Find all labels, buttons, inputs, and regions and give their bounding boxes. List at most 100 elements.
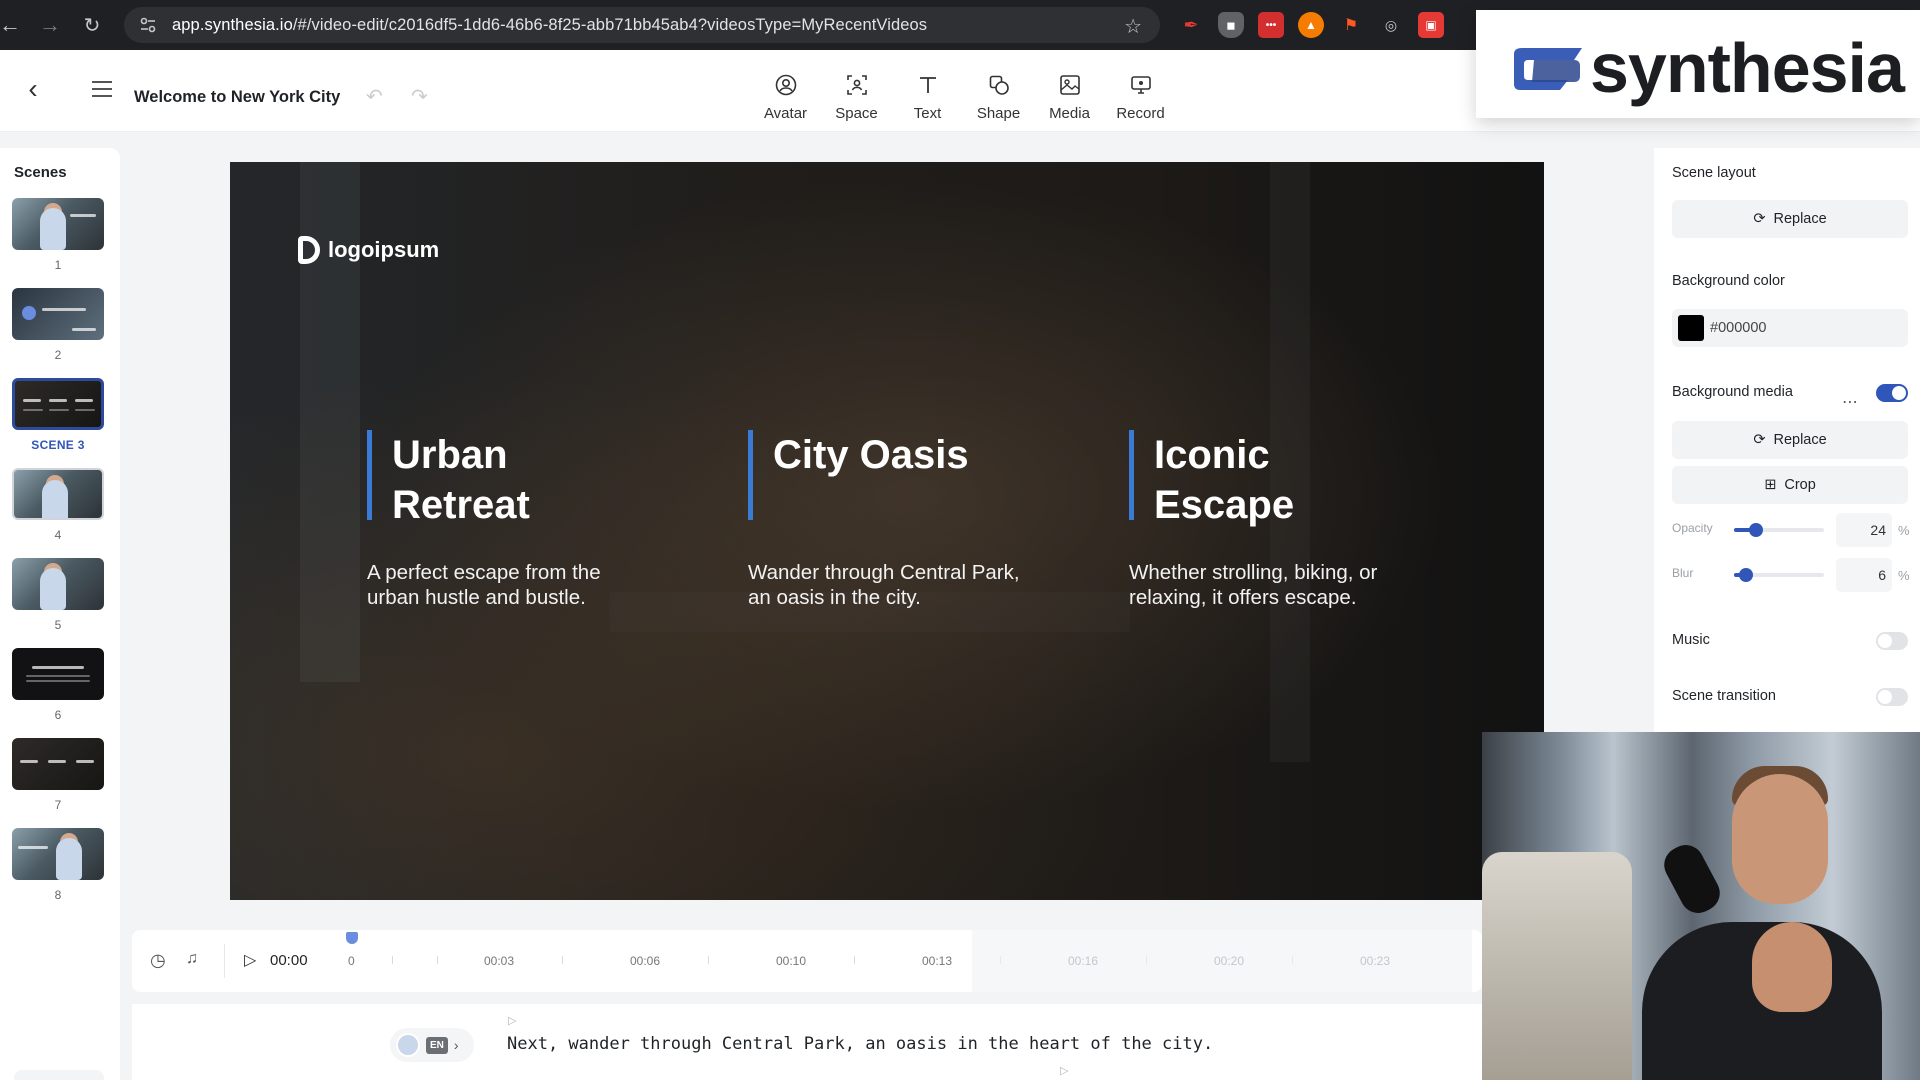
blur-slider-handle[interactable]: [1738, 568, 1753, 582]
opacity-slider[interactable]: [1734, 523, 1824, 537]
opacity-label: Opacity: [1672, 521, 1713, 535]
background-color-field[interactable]: #000000: [1672, 309, 1908, 347]
scene-thumbnail-1[interactable]: 1: [10, 198, 106, 272]
extension-fox-icon[interactable]: ▲: [1298, 12, 1324, 38]
scene-label: 7: [54, 798, 62, 812]
tick-label: 00:20: [1214, 954, 1245, 968]
column-description: Whether strolling, biking, or relaxing, i…: [1129, 561, 1378, 609]
color-hex-value[interactable]: #000000: [1710, 320, 1766, 336]
scenes-title: Scenes: [14, 164, 67, 181]
browser-reload-icon[interactable]: ↻: [72, 5, 112, 45]
text-column-3[interactable]: Iconic Escape Whether strolling, biking, …: [1129, 430, 1429, 610]
add-scene-button[interactable]: +: [14, 1070, 104, 1080]
scene-thumbnail-5[interactable]: 5: [10, 558, 106, 632]
script-editor[interactable]: ▷ EN › Next, wander through Central Park…: [132, 1004, 1482, 1080]
blur-slider[interactable]: [1734, 568, 1824, 582]
scene-label: 2: [54, 348, 62, 362]
scene-canvas[interactable]: logoipsum Urban Retreat A perfect escape …: [230, 162, 1544, 900]
canvas-logo[interactable]: logoipsum: [298, 236, 439, 264]
text-column-1[interactable]: Urban Retreat A perfect escape from the ur…: [367, 430, 667, 610]
scene-thumbnail-8[interactable]: 8: [10, 828, 106, 902]
extension-pen-icon[interactable]: ✒: [1178, 12, 1204, 38]
pause-marker-icon[interactable]: ▷: [1060, 1064, 1068, 1077]
blur-unit: %: [1898, 568, 1910, 583]
playhead-marker[interactable]: [346, 932, 358, 944]
tool-record[interactable]: Record: [1105, 72, 1176, 122]
tool-text[interactable]: Text: [892, 72, 963, 122]
column-title: Urban Retreat: [392, 433, 530, 527]
scene-transition-toggle[interactable]: [1876, 688, 1908, 706]
tool-record-label: Record: [1116, 105, 1165, 122]
background-media-toggle[interactable]: [1876, 384, 1908, 402]
pause-marker-icon[interactable]: ▷: [508, 1014, 516, 1027]
text-icon: [915, 72, 941, 98]
site-settings-icon[interactable]: [138, 15, 158, 35]
opacity-slider-handle[interactable]: [1748, 523, 1763, 537]
more-options-icon[interactable]: ⋯: [1842, 392, 1859, 412]
extension-eye-icon[interactable]: ◎: [1378, 12, 1404, 38]
voice-selector[interactable]: EN ›: [390, 1028, 474, 1062]
extension-flag-icon[interactable]: ⚑: [1338, 12, 1364, 38]
blur-input[interactable]: 6: [1836, 558, 1892, 592]
extension-shield-icon[interactable]: ◼: [1218, 12, 1244, 38]
music-toggle[interactable]: [1876, 632, 1908, 650]
script-text[interactable]: Next, wander through Central Park, an oa…: [507, 1034, 1213, 1054]
current-time: 00:00: [270, 952, 308, 969]
scene-thumbnail-2[interactable]: 2: [10, 288, 106, 362]
scene-thumbnail-3[interactable]: SCENE 3: [10, 378, 106, 452]
color-swatch[interactable]: [1678, 315, 1704, 341]
accent-bar: [1129, 430, 1134, 520]
replace-layout-button[interactable]: ⟳ Replace: [1672, 200, 1908, 238]
voice-avatar: [396, 1033, 420, 1057]
avatar-icon: [773, 72, 799, 98]
tool-text-label: Text: [913, 105, 942, 122]
scene-thumbnail-6[interactable]: 6: [10, 648, 106, 722]
opacity-input[interactable]: 24: [1836, 513, 1892, 547]
opacity-unit: %: [1898, 523, 1910, 538]
tool-space[interactable]: Space: [821, 72, 892, 122]
replace-icon: ⟳: [1753, 432, 1766, 448]
scene-preview: [12, 648, 104, 700]
scene-label: 4: [54, 528, 62, 542]
redo-icon[interactable]: ↷: [411, 84, 428, 109]
extension-store-icon[interactable]: ▣: [1418, 12, 1444, 38]
crop-button[interactable]: ⊞ Crop: [1672, 466, 1908, 504]
browser-forward-icon[interactable]: →: [30, 5, 70, 45]
address-bar[interactable]: app.synthesia.io/#/video-edit/c2016df5-1…: [124, 7, 1160, 43]
text-column-2[interactable]: City Oasis Wander through Central Park, a…: [748, 430, 1048, 610]
tool-media-label: Media: [1049, 105, 1090, 122]
replace-media-button[interactable]: ⟳ Replace: [1672, 421, 1908, 459]
scene-layout-label: Scene layout: [1672, 165, 1756, 181]
music-label: Music: [1672, 632, 1710, 648]
video-title[interactable]: Welcome to New York City: [134, 88, 340, 107]
tool-space-label: Space: [835, 105, 878, 122]
scene-thumbnail-7[interactable]: 7: [10, 738, 106, 812]
bookmark-star-icon[interactable]: ☆: [1124, 14, 1142, 39]
space-icon: [844, 72, 870, 98]
play-icon[interactable]: ▷: [244, 950, 256, 970]
tool-media[interactable]: Media: [1034, 72, 1105, 122]
url-host: app.synthesia.io: [172, 15, 293, 34]
back-chevron-icon[interactable]: ‹: [18, 73, 48, 104]
tool-shape[interactable]: Shape: [963, 72, 1034, 122]
language-badge: EN: [426, 1036, 448, 1054]
tool-avatar-label: Avatar: [763, 105, 808, 122]
insert-toolbar: Avatar Space Text Shape Media Record: [750, 72, 1176, 122]
chevron-right-icon: ›: [453, 1037, 459, 1053]
scene-label: SCENE 3: [31, 438, 85, 452]
column-description: A perfect escape from the urban hustle an…: [367, 561, 601, 609]
browser-back-icon[interactable]: ←: [0, 5, 30, 45]
hamburger-menu-icon[interactable]: [92, 74, 122, 104]
replace-label: Replace: [1773, 432, 1827, 448]
undo-icon[interactable]: ↶: [366, 84, 383, 109]
timeline-ruler[interactable]: 0 00:03 00:06 00:10 00:13 00:16 00:20 00…: [342, 930, 1472, 992]
voice-speed-icon[interactable]: ♫: [186, 950, 198, 968]
url-text[interactable]: app.synthesia.io/#/video-edit/c2016df5-1…: [172, 16, 927, 35]
extension-password-icon[interactable]: •••: [1258, 12, 1284, 38]
scene-preview: [12, 468, 104, 520]
tool-avatar[interactable]: Avatar: [750, 72, 821, 122]
scene-thumbnail-4[interactable]: 4: [10, 468, 106, 542]
tick-label: 00:10: [776, 954, 807, 968]
clock-icon[interactable]: ◷: [150, 950, 166, 971]
column-title: Iconic Escape: [1154, 433, 1295, 527]
